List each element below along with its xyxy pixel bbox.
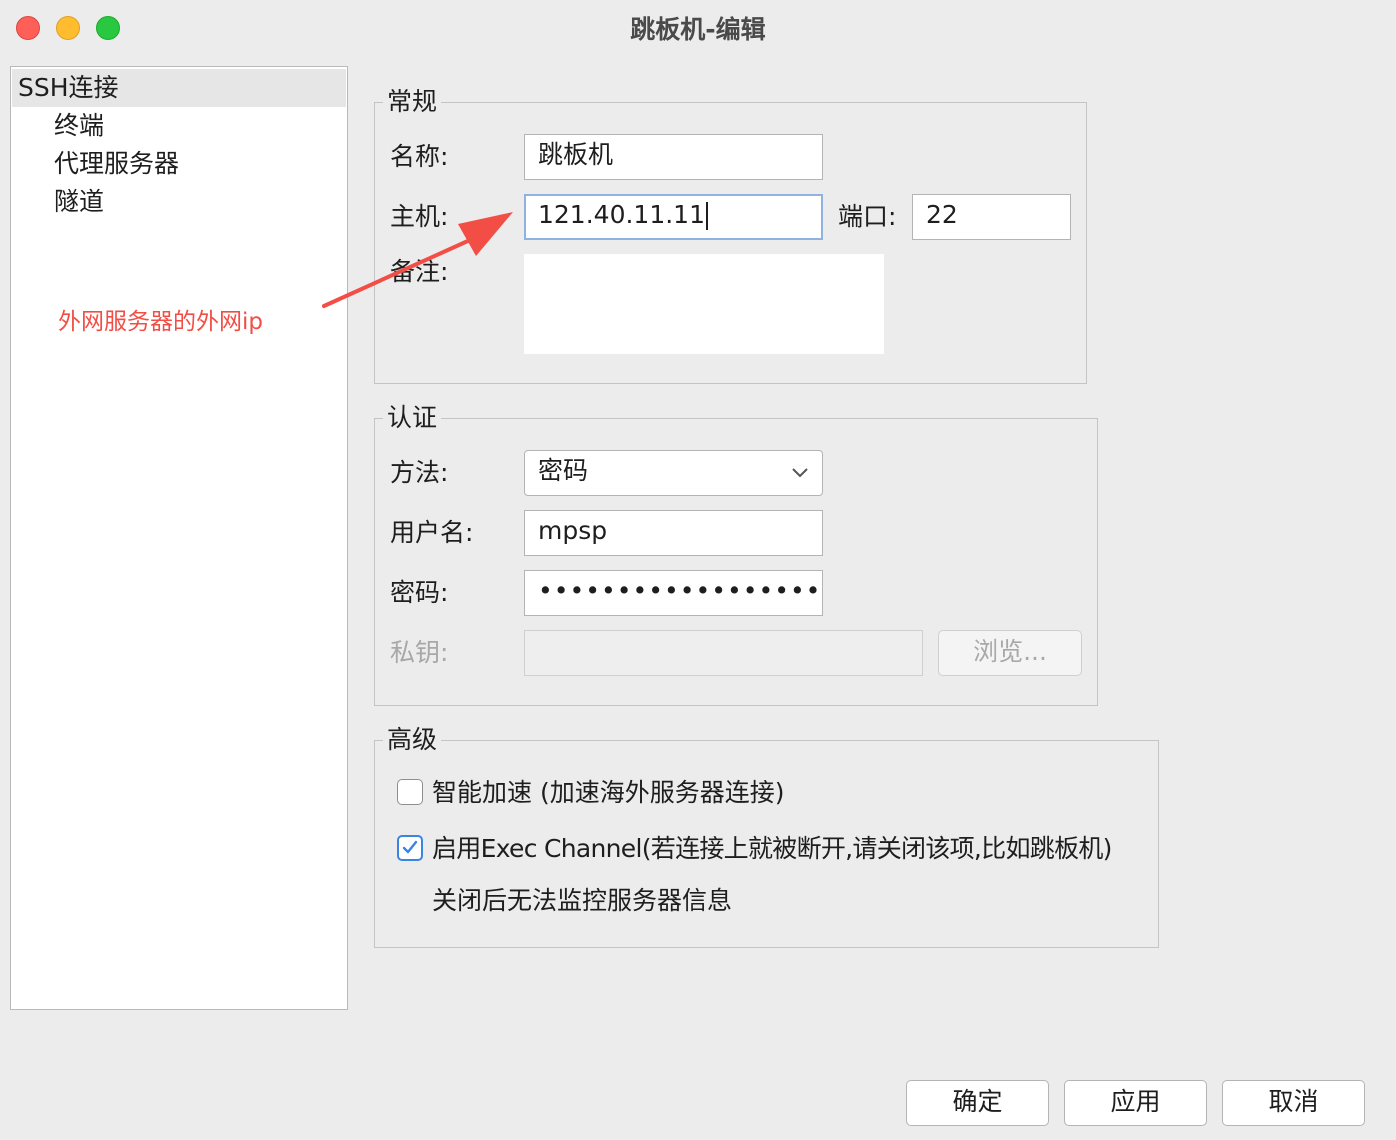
exec-channel-note: 关闭后无法监控服务器信息 bbox=[432, 886, 733, 915]
advanced-group-title: 高级 bbox=[383, 723, 442, 757]
private-key-input[interactable] bbox=[524, 630, 923, 676]
host-input[interactable]: 121.40.11.11 bbox=[524, 194, 823, 240]
note-label: 备注: bbox=[390, 257, 449, 286]
checkmark-icon bbox=[402, 840, 418, 854]
host-label: 主机: bbox=[390, 202, 449, 231]
method-select[interactable]: 密码 bbox=[524, 450, 823, 496]
smart-accel-checkbox[interactable] bbox=[397, 779, 423, 805]
auth-group-title: 认证 bbox=[383, 401, 442, 435]
host-value: 121.40.11.11 bbox=[538, 200, 705, 229]
username-input[interactable]: mpsp bbox=[524, 510, 823, 556]
username-label: 用户名: bbox=[390, 518, 474, 547]
smart-accel-label[interactable]: 智能加速 (加速海外服务器连接) bbox=[432, 776, 784, 810]
port-input[interactable]: 22 bbox=[912, 194, 1071, 240]
password-label: 密码: bbox=[390, 578, 449, 607]
private-key-label: 私钥: bbox=[390, 638, 449, 667]
note-textarea[interactable] bbox=[524, 254, 884, 354]
cancel-button[interactable]: 取消 bbox=[1222, 1080, 1365, 1126]
ok-button[interactable]: 确定 bbox=[906, 1080, 1049, 1126]
general-group-title: 常规 bbox=[383, 85, 442, 119]
sidebar-item-terminal[interactable]: 终端 bbox=[54, 107, 104, 145]
annotation-note: 外网服务器的外网ip bbox=[58, 309, 263, 335]
sidebar-item-proxy[interactable]: 代理服务器 bbox=[54, 145, 179, 183]
browse-button[interactable]: 浏览... bbox=[938, 630, 1082, 676]
name-label: 名称: bbox=[390, 142, 449, 171]
port-label: 端口: bbox=[838, 202, 897, 231]
password-input[interactable]: •••••••••••••••••••••••••••• bbox=[524, 570, 823, 616]
method-value: 密码 bbox=[538, 456, 589, 485]
chevron-down-icon bbox=[792, 468, 808, 478]
title-bar: 跳板机-编辑 bbox=[0, 0, 1396, 56]
sidebar-item-tunnel[interactable]: 隧道 bbox=[54, 183, 104, 221]
exec-channel-checkbox[interactable] bbox=[397, 835, 423, 861]
exec-channel-label[interactable]: 启用Exec Channel(若连接上就被断开,请关闭该项,比如跳板机) bbox=[432, 832, 1112, 866]
settings-sidebar: SSH连接 终端 代理服务器 隧道 bbox=[10, 66, 348, 1010]
method-label: 方法: bbox=[390, 458, 449, 487]
text-caret bbox=[706, 202, 708, 230]
window-title: 跳板机-编辑 bbox=[630, 15, 766, 44]
apply-button[interactable]: 应用 bbox=[1064, 1080, 1207, 1126]
name-input[interactable]: 跳板机 bbox=[524, 134, 823, 180]
sidebar-item-ssh[interactable]: SSH连接 bbox=[12, 69, 346, 107]
